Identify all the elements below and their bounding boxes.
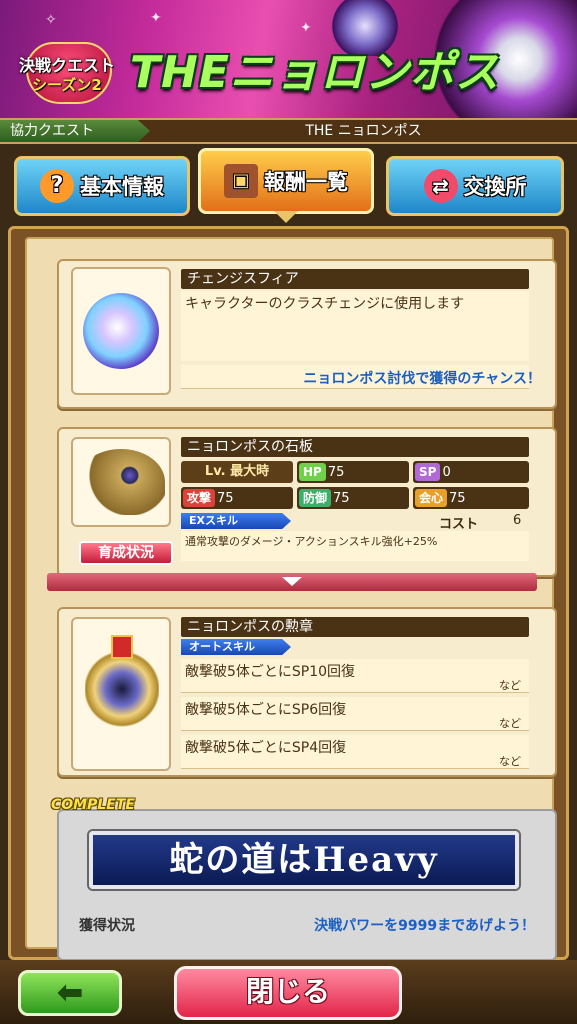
ex-skill-description: 通常攻撃のダメージ・アクションスキル強化+25% bbox=[181, 531, 529, 561]
complete-badge: COMPLETE bbox=[51, 797, 135, 813]
achievement-title-plate: 蛇の道はHeavy bbox=[89, 831, 519, 889]
sparkle-icon: ✧ bbox=[45, 12, 57, 28]
tab-rewards[interactable]: ▣ 報酬一覧 bbox=[198, 148, 374, 223]
skill-effect-suffix: など bbox=[499, 679, 521, 692]
exchange-icon: ⇄ bbox=[423, 169, 458, 203]
skill-effect-row: 敵撃破5体ごとにSP10回復など bbox=[181, 659, 529, 693]
sparkle-icon: ✦ bbox=[150, 10, 162, 26]
skill-effect-row: 敵撃破5体ごとにSP4回復など bbox=[181, 735, 529, 769]
stat-defense: 防御 75 bbox=[297, 487, 409, 509]
cost-value: 6 bbox=[513, 513, 522, 528]
tab-rewards-label: 報酬一覧 bbox=[264, 170, 348, 194]
sphere-orb-icon bbox=[83, 293, 159, 369]
medal-ribbon bbox=[111, 635, 133, 659]
skill-effect-text: 敵撃破5体ごとにSP6回復 bbox=[185, 702, 347, 718]
tab-exchange-label: 交換所 bbox=[463, 175, 527, 199]
tab-exchange[interactable]: ⇄ 交換所 bbox=[386, 156, 564, 216]
back-arrow-icon: ⬅ bbox=[56, 973, 84, 1011]
stat-defense-value: 75 bbox=[333, 491, 350, 506]
critical-label: 会心 bbox=[415, 489, 448, 507]
auto-skill-tag: オートスキル bbox=[181, 639, 291, 655]
breadcrumb: 協力クエスト THE ニョロンポス bbox=[0, 118, 577, 144]
skill-effect-row: 敵撃破5体ごとにSP6回復など bbox=[181, 697, 529, 731]
stat-sp: SP 0 bbox=[413, 461, 529, 483]
achievement-hint: 決戦パワーを9999まであげよう！ bbox=[314, 918, 535, 934]
sparkle-icon: ✦ bbox=[300, 20, 312, 36]
reward-description: キャラクターのクラスチェンジに使用します bbox=[181, 291, 529, 361]
stat-attack: 攻撃 75 bbox=[181, 487, 293, 509]
stat-critical: 会心 75 bbox=[413, 487, 529, 509]
expand-bar[interactable] bbox=[47, 573, 537, 591]
active-tab-arrow-icon bbox=[274, 211, 298, 223]
medal-icon bbox=[85, 649, 159, 729]
season-line2: シーズン2 bbox=[32, 76, 102, 94]
tab-basic-info[interactable]: ? 基本情報 bbox=[14, 156, 190, 216]
attack-label: 攻撃 bbox=[183, 489, 216, 507]
skill-effect-text: 敵撃破5体ごとにSP4回復 bbox=[185, 740, 347, 756]
close-button[interactable]: 閉じる bbox=[174, 966, 402, 1020]
expand-arrow-icon bbox=[282, 577, 302, 586]
footer-bar: ⬅ 閉じる bbox=[0, 960, 577, 1024]
rewards-list[interactable]: チェンジスフィア キャラクターのクラスチェンジに使用します ニョロンポス討伐で獲… bbox=[25, 237, 557, 961]
level-label: Lv. 最大時 bbox=[181, 461, 293, 483]
skill-effect-suffix: など bbox=[499, 755, 521, 768]
reward-name: ニョロンポスの石板 bbox=[181, 437, 529, 457]
quest-banner: ✦ ✦ ✧ 決戦クエスト シーズン2 THEニョロンポス bbox=[0, 0, 577, 118]
ex-skill-tag: EXスキル bbox=[181, 513, 291, 529]
achievement-card: COMPLETE 蛇の道はHeavy 獲得状況 決戦パワーを9999まであげよう… bbox=[51, 797, 557, 961]
cost-label: コスト bbox=[439, 517, 479, 532]
reward-chance: ニョロンポス討伐で獲得のチャンス！ bbox=[303, 371, 541, 387]
stat-hp-value: 75 bbox=[327, 465, 345, 480]
reward-name: チェンジスフィア bbox=[181, 269, 529, 289]
treasure-chest-icon: ▣ bbox=[224, 164, 258, 198]
skill-effect-text: 敵撃破5体ごとにSP10回復 bbox=[185, 664, 356, 680]
stat-attack-value: 75 bbox=[217, 491, 234, 506]
reward-card: チェンジスフィア キャラクターのクラスチェンジに使用します ニョロンポス討伐で獲… bbox=[57, 259, 557, 409]
hp-label: HP bbox=[299, 463, 326, 481]
reward-thumbnail bbox=[71, 267, 171, 395]
stone-tablet-icon bbox=[77, 449, 165, 515]
breadcrumb-category[interactable]: 協力クエスト bbox=[0, 120, 150, 142]
stat-sp-value: 0 bbox=[442, 465, 451, 480]
reward-thumbnail bbox=[71, 437, 171, 527]
defense-label: 防御 bbox=[299, 489, 332, 507]
reward-card: 育成状況 ニョロンポスの石板 Lv. 最大時 HP 75 SP 0 攻撃 75 防御 7… bbox=[57, 427, 557, 577]
sp-label: SP bbox=[415, 463, 441, 481]
tab-basic-info-label: 基本情報 bbox=[80, 175, 164, 199]
banner-title: THEニョロンポス bbox=[130, 47, 500, 98]
reward-name: ニョロンポスの勲章 bbox=[181, 617, 529, 637]
stat-critical-value: 75 bbox=[449, 491, 466, 506]
season-line1: 決戦クエスト bbox=[18, 56, 115, 75]
season-badge: 決戦クエスト シーズン2 bbox=[6, 42, 128, 104]
rewards-frame: チェンジスフィア キャラクターのクラスチェンジに使用します ニョロンポス討伐で獲… bbox=[8, 226, 569, 961]
question-icon: ? bbox=[40, 169, 74, 203]
skill-effect-suffix: など bbox=[499, 717, 521, 730]
breadcrumb-current: THE ニョロンポス bbox=[305, 123, 422, 139]
achievement-status-label: 獲得状況 bbox=[79, 918, 135, 934]
reward-thumbnail bbox=[71, 617, 171, 771]
growth-status-button[interactable]: 育成状況 bbox=[79, 541, 173, 565]
back-button[interactable]: ⬅ bbox=[18, 970, 122, 1016]
tab-bar: ? 基本情報 ▣ 報酬一覧 ⇄ 交換所 bbox=[0, 144, 577, 226]
app-root: ✦ ✦ ✧ 決戦クエスト シーズン2 THEニョロンポス 協力クエスト THE … bbox=[0, 0, 577, 1024]
stat-hp: HP 75 bbox=[297, 461, 409, 483]
reward-card: ニョロンポスの勲章 オートスキル 敵撃破5体ごとにSP10回復など 敵撃破5体ご… bbox=[57, 607, 557, 777]
